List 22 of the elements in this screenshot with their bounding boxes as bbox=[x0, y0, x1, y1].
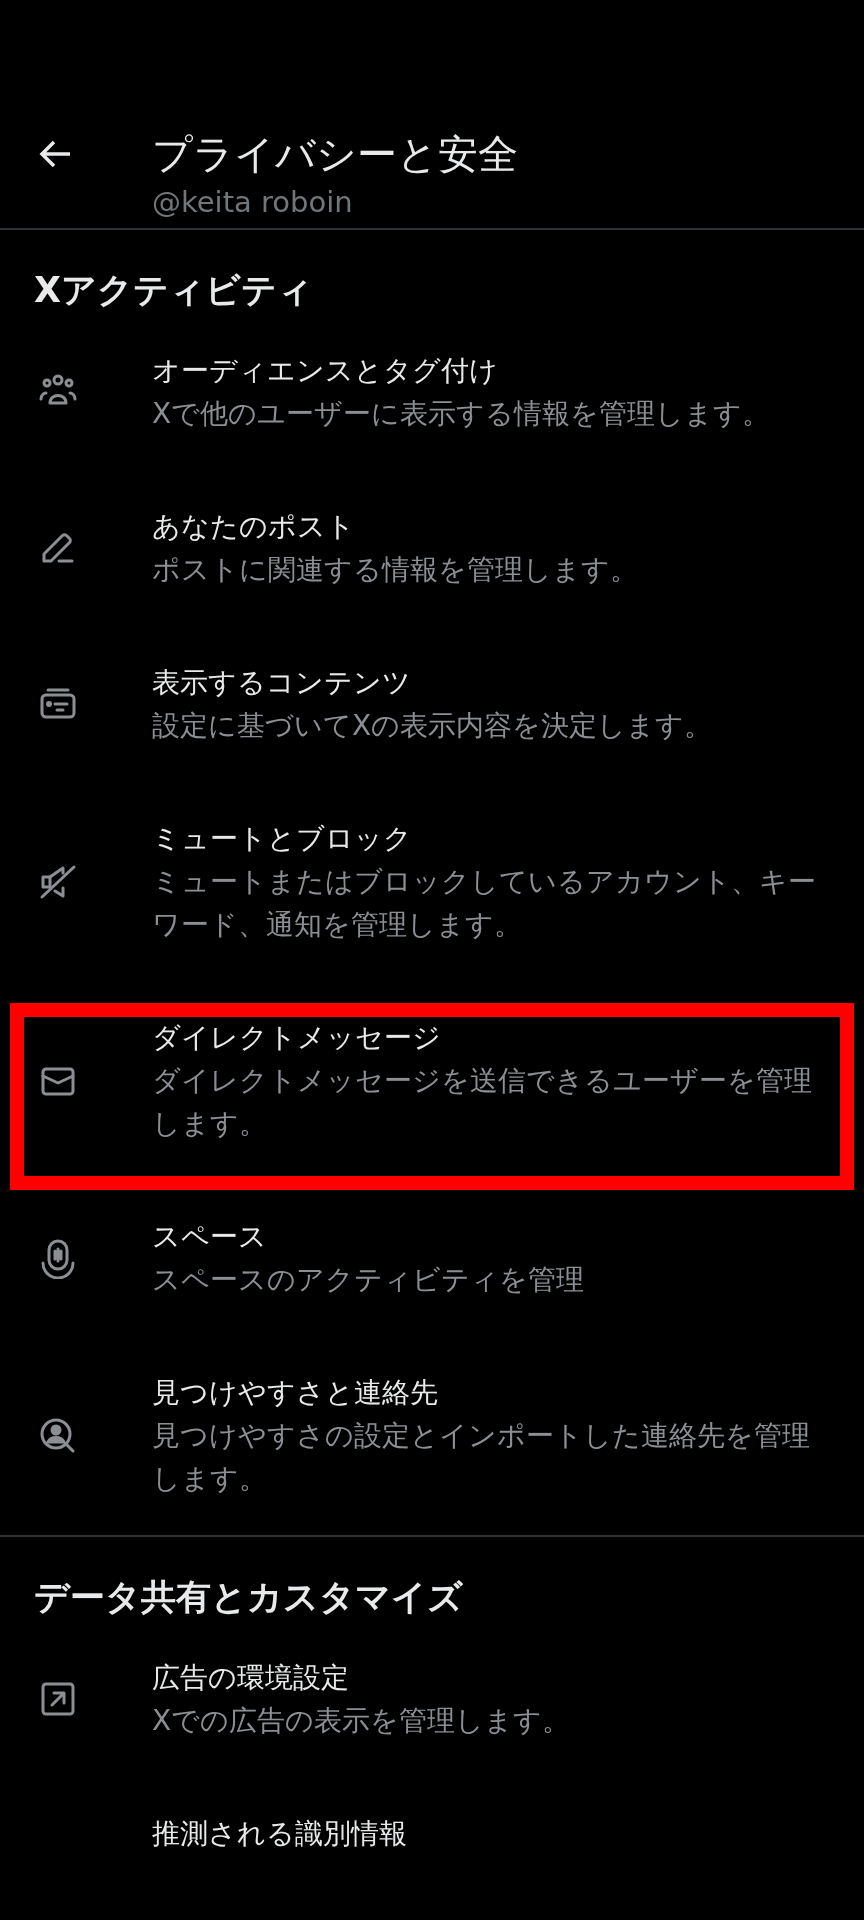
item-title[interactable]: オーディエンスとタグ付け bbox=[152, 349, 834, 392]
item-title[interactable]: あなたのポスト bbox=[152, 505, 834, 548]
item-description: Xで他のユーザーに表示する情報を管理します。 bbox=[152, 396, 772, 432]
user-handle: @keita roboin bbox=[151, 184, 354, 221]
item-title[interactable]: ミュートとブロック bbox=[152, 817, 834, 860]
item-title[interactable]: スペース bbox=[152, 1215, 834, 1258]
item-title[interactable]: 見つけやすさと連絡先 bbox=[152, 1371, 834, 1414]
item-description: ミュートまたはブロックしているアカウント、キーワード、通知を管理します。 bbox=[152, 864, 817, 943]
item-description: 設定に基づいてXの表示内容を決定します。 bbox=[152, 708, 714, 744]
page-title: プライバシーと安全 bbox=[152, 130, 518, 179]
section-heading: データ共有とカスタマイズ bbox=[33, 1576, 464, 1619]
item-description: Xでの広告の表示を管理します。 bbox=[152, 1703, 572, 1739]
item-description: スペースのアクティビティを管理 bbox=[152, 1262, 585, 1298]
item-title[interactable]: 表示するコンテンツ bbox=[152, 661, 834, 704]
item-description: 見つけやすさの設定とインポートした連絡先を管理します。 bbox=[152, 1418, 811, 1497]
item-title[interactable]: 推測される識別情報 bbox=[152, 1812, 834, 1855]
section-heading: Xアクティビティ bbox=[33, 269, 314, 312]
item-description: ダイレクトメッセージを送信できるユーザーを管理します。 bbox=[152, 1063, 813, 1142]
back-arrow-icon bbox=[38, 139, 72, 169]
item-title[interactable]: 広告の環境設定 bbox=[152, 1656, 834, 1699]
item-title[interactable]: ダイレクトメッセージ bbox=[152, 1016, 834, 1059]
item-description: ポストに関連する情報を管理します。 bbox=[152, 552, 639, 588]
